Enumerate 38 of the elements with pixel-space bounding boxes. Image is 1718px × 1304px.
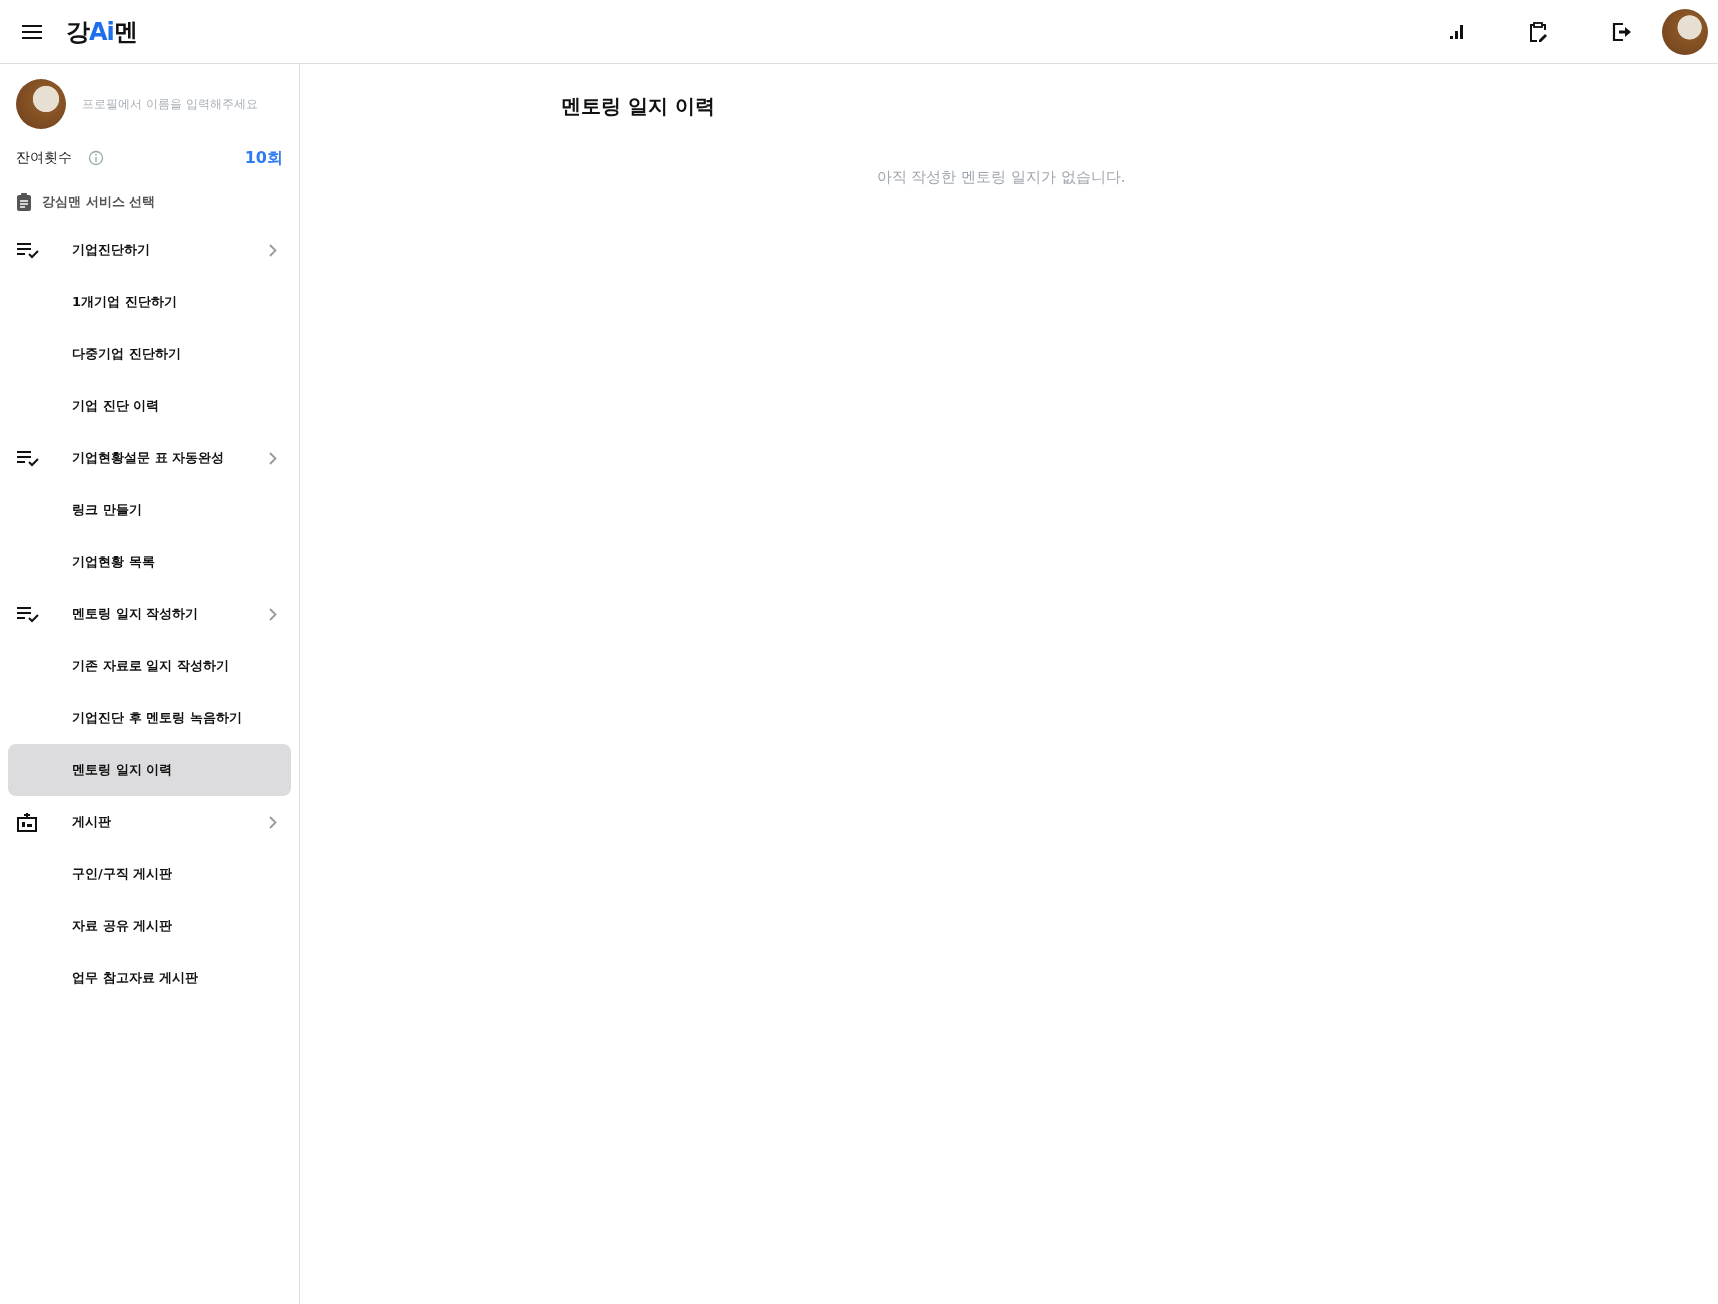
profile-name-hint: 프로필에서 이름을 입력해주세요 xyxy=(82,95,258,113)
clipboard-pencil-icon xyxy=(1528,21,1548,42)
menu-item[interactable]: 업무 참고자료 게시판 xyxy=(8,952,291,1004)
chevron-right-icon xyxy=(269,243,277,257)
empty-message: 아직 작성한 멘토링 일지가 없습니다. xyxy=(875,168,1127,187)
bar-chart-icon xyxy=(1448,23,1464,40)
menu-item[interactable]: 기업 진단 이력 xyxy=(8,380,291,432)
checklist-icon xyxy=(16,605,40,623)
menu-group[interactable]: 게시판 xyxy=(8,796,291,848)
avatar xyxy=(16,79,66,129)
logout-icon xyxy=(1612,21,1632,42)
building-icon xyxy=(16,811,38,833)
section-title: 강심맨 서비스 선택 xyxy=(42,193,156,211)
info-icon xyxy=(88,150,104,166)
chevron-right-icon xyxy=(269,451,277,465)
avatar[interactable] xyxy=(1662,8,1708,55)
checklist-icon xyxy=(16,449,40,467)
menu-group[interactable]: 기업현황설문 표 자동완성 xyxy=(8,432,291,484)
clipboard-icon xyxy=(16,193,32,211)
remaining-label: 잔여횟수 xyxy=(16,149,72,167)
remaining-count: 10회 xyxy=(244,147,283,169)
menu-group[interactable]: 멘토링 일지 작성하기 xyxy=(8,588,291,640)
menu-item[interactable]: 기업진단 후 멘토링 녹음하기 xyxy=(8,692,291,744)
logo: 강Ai멘 xyxy=(66,16,137,48)
menu-icon xyxy=(22,24,42,39)
page-title: 멘토링 일지 이력 xyxy=(561,92,716,120)
menu-item[interactable]: 링크 만들기 xyxy=(8,484,291,536)
chevron-right-icon xyxy=(269,815,277,829)
menu-item[interactable]: 기존 자료로 일지 작성하기 xyxy=(8,640,291,692)
menu-item[interactable]: 1개기업 진단하기 xyxy=(8,276,291,328)
menu-item[interactable]: 다중기업 진단하기 xyxy=(8,328,291,380)
menu-item[interactable]: 자료 공유 게시판 xyxy=(8,900,291,952)
menu-item[interactable]: 기업현황 목록 xyxy=(8,536,291,588)
menu-group[interactable]: 기업진단하기 xyxy=(8,224,291,276)
chevron-right-icon xyxy=(269,607,277,621)
checklist-icon xyxy=(16,241,40,259)
menu-item[interactable]: 멘토링 일지 이력 xyxy=(8,744,291,796)
menu-item[interactable]: 구인/구직 게시판 xyxy=(8,848,291,900)
